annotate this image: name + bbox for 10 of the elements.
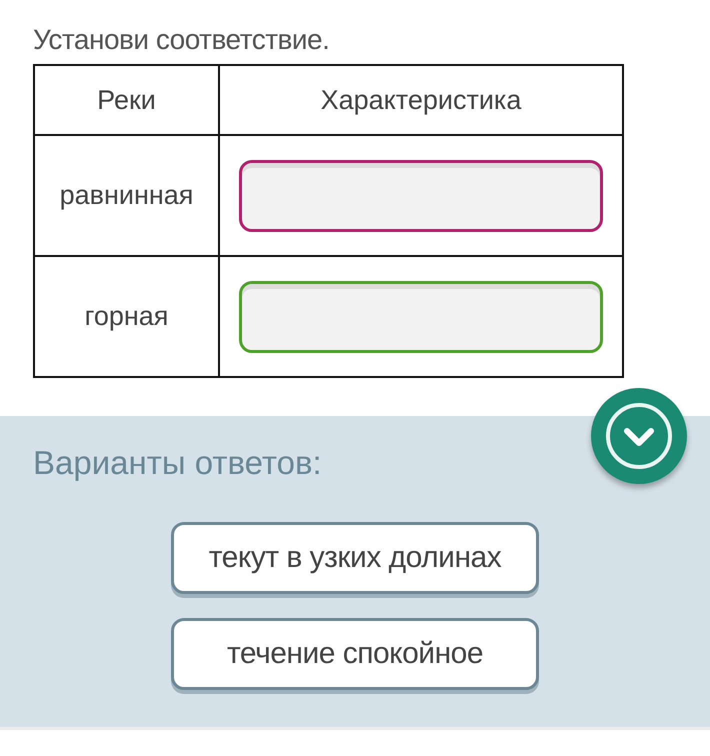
drop-field[interactable] [239,160,603,232]
collapse-button[interactable] [591,388,687,484]
row-label: горная [34,256,219,377]
instruction-text: Установи соответствие. [33,24,330,56]
drop-field[interactable] [239,280,603,352]
column-header: Характеристика [219,65,623,135]
chevron-down-icon [605,402,673,470]
row-label: равнинная [34,135,219,256]
answers-heading: Варианты ответов: [33,444,323,482]
column-header: Реки [34,65,219,135]
